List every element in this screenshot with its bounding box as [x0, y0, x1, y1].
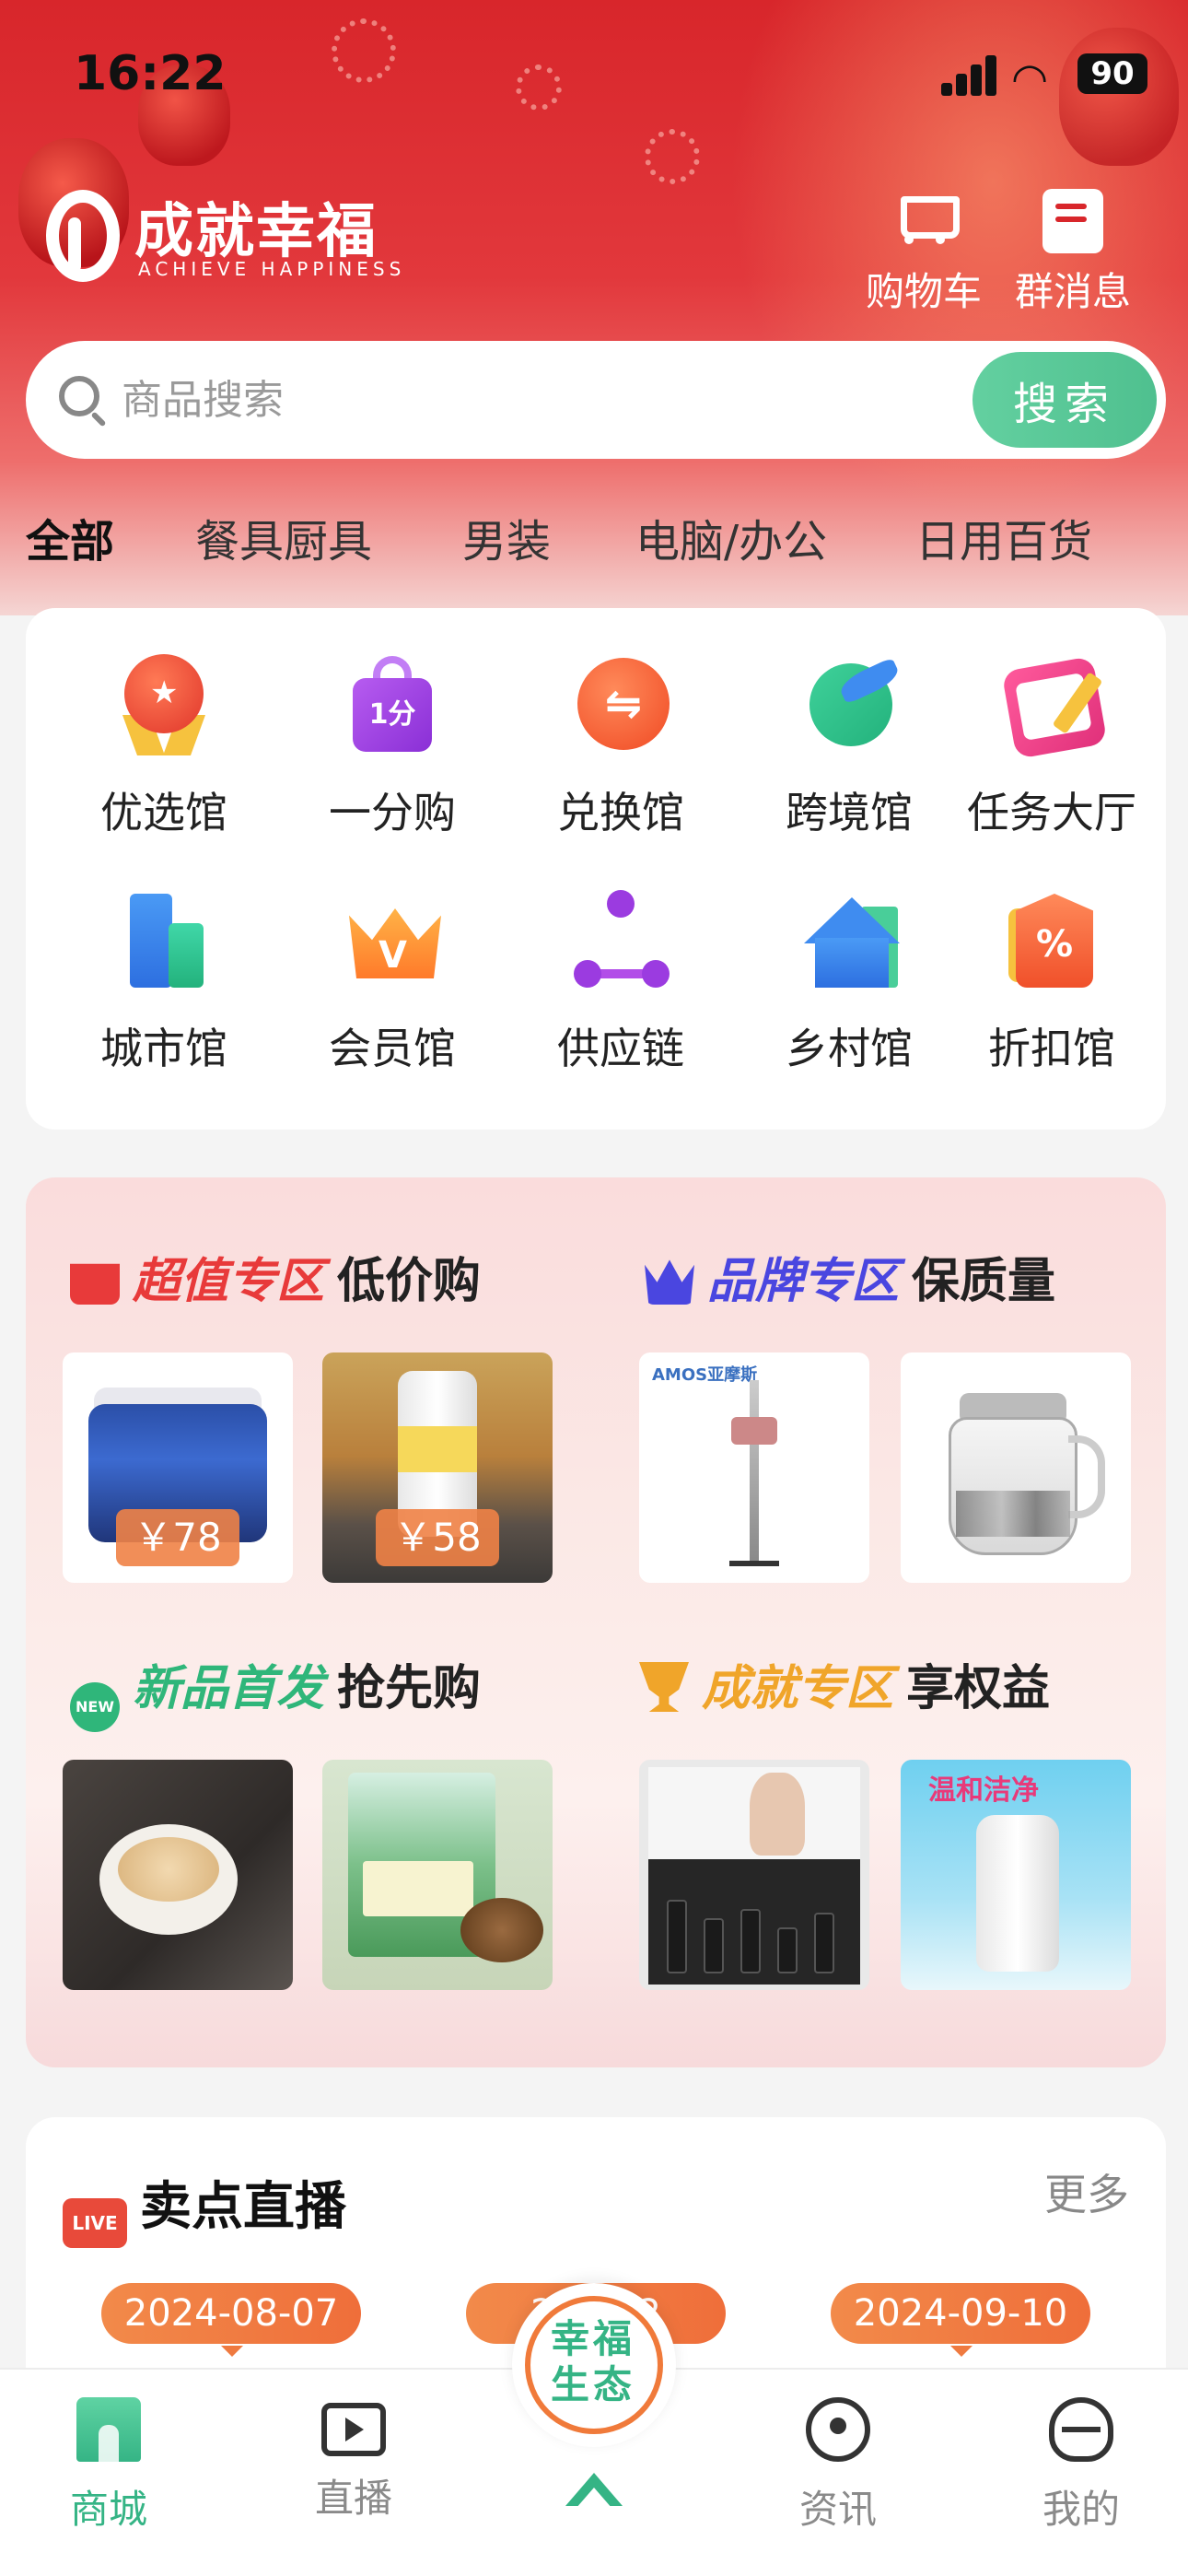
entry-cross-border[interactable]: 跨境馆: [748, 654, 950, 840]
trophy-icon: [639, 1662, 689, 1712]
quick-entry-grid: ★ 优选馆 1分 一分购 ⇋ 兑换馆 跨境馆 任务大厅 城市馆 V 会员馆 供应…: [26, 608, 1166, 1130]
shopping-bag-icon: 1分: [342, 654, 443, 755]
crown-icon: V: [342, 890, 443, 991]
entry-label: 会员馆: [329, 1024, 456, 1073]
category-tab-all[interactable]: 全部: [26, 505, 114, 569]
product-card[interactable]: ￥78: [63, 1352, 293, 1583]
product-card[interactable]: [639, 1760, 869, 1990]
search-bar: 搜索: [26, 341, 1166, 459]
entry-label: 任务大厅: [967, 788, 1136, 837]
ecosystem-center-button[interactable]: 幸福生态: [512, 2283, 676, 2447]
product-label: 温和洁净: [928, 1774, 1039, 1807]
group-message-button[interactable]: 群消息: [1015, 189, 1131, 317]
message-icon: [1042, 189, 1103, 253]
entry-member[interactable]: V 会员馆: [291, 890, 494, 1076]
entry-label: 优选馆: [100, 788, 227, 837]
entry-label: 一分购: [329, 788, 456, 837]
signal-icon: [941, 55, 1000, 96]
house-icon: [798, 890, 900, 991]
product-card[interactable]: ￥58: [322, 1352, 553, 1583]
entry-one-cent[interactable]: 1分 一分购: [291, 654, 494, 840]
brand-tagline: ACHIEVE HAPPINESS: [138, 258, 406, 280]
discount-tag-icon: %: [1001, 890, 1102, 991]
exchange-icon: ⇋: [570, 654, 671, 755]
plane-icon: [798, 654, 903, 755]
entry-task-hall[interactable]: 任务大厅: [950, 654, 1153, 840]
entry-label: 供应链: [557, 1024, 684, 1073]
entry-label: 跨境馆: [786, 788, 913, 837]
product-card[interactable]: [901, 1352, 1131, 1583]
category-tab-daily-goods[interactable]: 日用百货: [915, 505, 1092, 569]
tab-live[interactable]: 直播: [271, 2397, 437, 2523]
live-more-link[interactable]: 更多: [1044, 2161, 1129, 2222]
group-message-label: 群消息: [1015, 269, 1132, 314]
ecosystem-label: 幸福生态: [550, 2316, 635, 2407]
zone-title-brand[interactable]: 品牌专区 保质量: [645, 1242, 1055, 1311]
product-card[interactable]: AMOS亚摩斯: [639, 1352, 869, 1583]
category-tab-computer-office[interactable]: 电脑/办公: [635, 505, 827, 569]
broadcast-icon: [806, 2397, 870, 2462]
brand-logo: 成就幸福 ACHIEVE HAPPINESS: [46, 184, 414, 295]
medal-icon: ★: [113, 654, 215, 755]
building-icon: [113, 890, 215, 991]
product-card[interactable]: [63, 1760, 293, 1990]
logo-mark-icon: [46, 190, 120, 282]
category-tab-menswear[interactable]: 男装: [462, 505, 551, 569]
entry-label: 兑换馆: [557, 788, 684, 837]
entry-exchange[interactable]: ⇋ 兑换馆: [519, 654, 722, 840]
entry-supply-chain[interactable]: 供应链: [519, 890, 722, 1076]
entry-discount[interactable]: % 折扣馆: [950, 890, 1153, 1076]
zone-title-value[interactable]: 超值专区 低价购: [70, 1242, 481, 1311]
search-button[interactable]: 搜索: [973, 352, 1157, 448]
category-tab-tableware[interactable]: 餐具厨具: [195, 505, 372, 569]
product-brand: AMOS亚摩斯: [652, 1365, 758, 1385]
tab-profile[interactable]: 我的: [998, 2397, 1164, 2535]
category-tabs: 全部 餐具厨具 男装 电脑/办公 日用百货: [0, 505, 1188, 579]
cart-label: 购物车: [866, 269, 983, 314]
status-bar: 16:22 ◠ 90: [0, 46, 1188, 111]
search-icon: [59, 376, 99, 416]
shop-icon: [76, 2397, 141, 2462]
search-input[interactable]: [122, 369, 950, 431]
network-icon: [570, 890, 671, 991]
live-date-tag[interactable]: 2024-09-10: [831, 2283, 1090, 2357]
product-price: ￥78: [116, 1509, 239, 1566]
battery-icon: 90: [1077, 53, 1147, 94]
gift-icon: [70, 1263, 120, 1305]
tab-news[interactable]: 资讯: [755, 2397, 921, 2535]
status-time: 16:22: [74, 46, 227, 101]
new-badge-icon: NEW: [70, 1682, 120, 1732]
live-title: LIVE 卖点直播: [63, 2165, 346, 2248]
wifi-icon: ◠: [1011, 53, 1049, 103]
entry-label: 折扣馆: [988, 1024, 1115, 1073]
product-card[interactable]: [322, 1760, 553, 1990]
tab-mall[interactable]: 商城: [26, 2397, 192, 2535]
zone-title-new[interactable]: NEW 新品首发 抢先购: [70, 1649, 481, 1732]
calendar-icon: [1001, 654, 1108, 759]
product-price: ￥58: [376, 1509, 499, 1566]
user-icon: [1049, 2397, 1113, 2462]
live-date-tag[interactable]: 2024-08-07: [101, 2283, 361, 2357]
cart-icon: [891, 189, 960, 253]
crown-icon: [645, 1259, 694, 1305]
cart-button[interactable]: 购物车: [866, 189, 982, 317]
entry-label: 城市馆: [100, 1024, 227, 1073]
live-icon: LIVE: [63, 2198, 127, 2248]
entry-youxuan[interactable]: ★ 优选馆: [63, 654, 265, 840]
tv-icon: [321, 2403, 386, 2456]
entry-rural[interactable]: 乡村馆: [748, 890, 950, 1076]
flower-decoration: [645, 129, 700, 184]
zone-title-achievement[interactable]: 成就专区 享权益: [639, 1649, 1050, 1718]
brand-name: 成就幸福: [134, 198, 378, 266]
header-banner: 16:22 ◠ 90 成就幸福 ACHIEVE HAPPINESS 购物车 群消…: [0, 0, 1188, 615]
promo-zones: 超值专区 低价购 ￥78 ￥58 品牌专区 保质量 AMOS亚摩斯 NEW 新品首发抢…: [26, 1177, 1166, 2067]
entry-label: 乡村馆: [786, 1024, 913, 1073]
entry-city[interactable]: 城市馆: [63, 890, 265, 1076]
product-card[interactable]: 温和洁净: [901, 1760, 1131, 1990]
